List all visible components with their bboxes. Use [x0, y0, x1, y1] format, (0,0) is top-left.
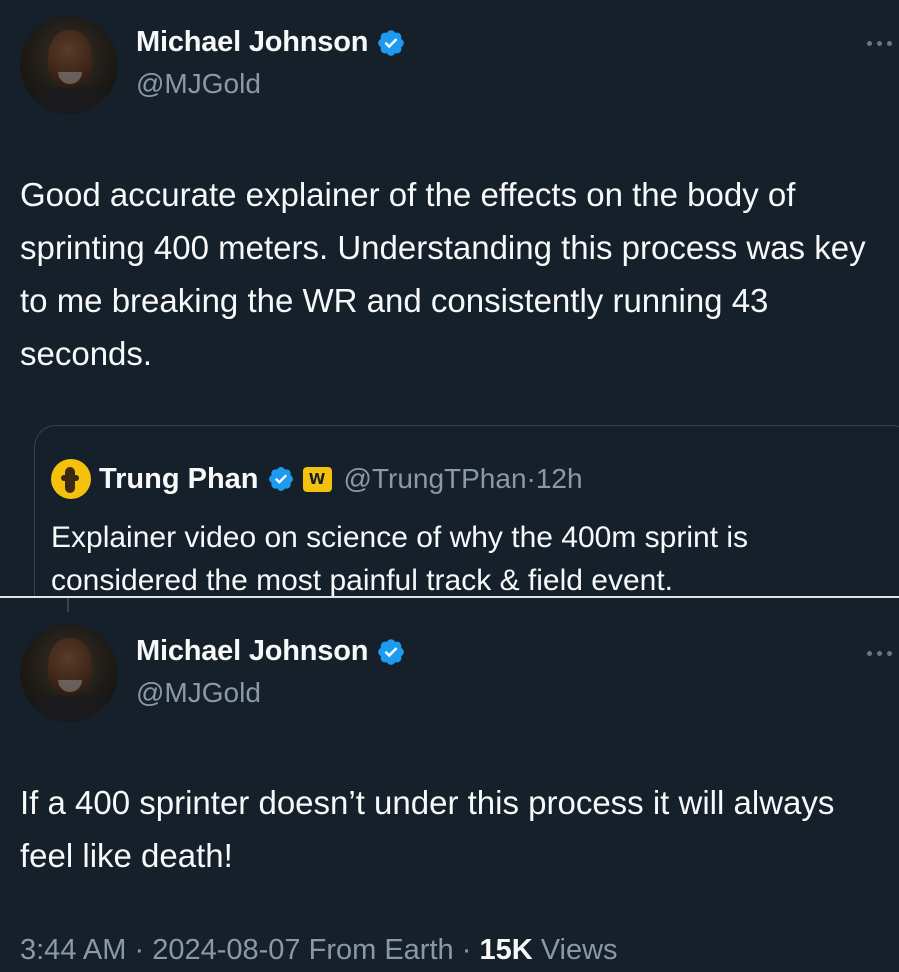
- quoted-tweet-text: Explainer video on science of why the 40…: [51, 521, 749, 597]
- more-dot: [866, 40, 872, 46]
- author-handle[interactable]: @MJGold: [136, 677, 261, 709]
- quoted-tweet-header: Trung Phan W @TrungTPhan·12h: [51, 459, 583, 499]
- screenshot-divider: [0, 596, 899, 598]
- more-dot: [866, 650, 872, 656]
- tweet-text: If a 400 sprinter doesn’t under this pro…: [20, 784, 835, 874]
- author-handle[interactable]: @MJGold: [136, 68, 261, 100]
- views-label: Views: [540, 934, 618, 966]
- quoted-author-name[interactable]: Trung Phan: [99, 463, 259, 496]
- more-dot: [886, 650, 892, 656]
- tweet-source: From Earth: [308, 934, 454, 966]
- quoted-tweet-card[interactable]: Trung Phan W @TrungTPhan·12h Explainer v…: [34, 425, 899, 625]
- views-count[interactable]: 15K: [479, 934, 532, 966]
- author-name[interactable]: Michael Johnson: [136, 635, 368, 668]
- more-options-icon[interactable]: [862, 38, 896, 48]
- more-options-icon[interactable]: [862, 648, 896, 658]
- separator-dot: ·: [526, 463, 536, 494]
- author-avatar[interactable]: [20, 624, 118, 722]
- affiliate-badge-icon: W: [302, 466, 332, 492]
- author-name-row: Michael Johnson: [136, 635, 406, 668]
- more-dot: [886, 40, 892, 46]
- tweet-time[interactable]: 3:44 AM: [20, 934, 126, 966]
- quoted-tweet-time: 12h: [535, 463, 583, 494]
- avatar-shoulders: [28, 86, 112, 114]
- tweet-date[interactable]: 2024-08-07: [152, 934, 300, 966]
- quoted-handle-text: @TrungTPhan: [343, 463, 527, 494]
- more-dot: [876, 40, 882, 46]
- separator-dot: ·: [134, 934, 145, 966]
- thread-connector-line: [67, 598, 69, 612]
- author-name-row: Michael Johnson: [136, 26, 406, 59]
- verified-badge-icon: [378, 638, 405, 665]
- verified-badge-icon: [378, 29, 405, 56]
- more-dot: [876, 650, 882, 656]
- tweet-metadata: 3:44 AM · 2024-08-07 From Earth · 15K Vi…: [20, 934, 618, 967]
- tweet-thread-page: Michael Johnson @MJGold Good accurate ex…: [0, 0, 899, 972]
- quoted-author-avatar[interactable]: [51, 459, 91, 499]
- separator-dot: ·: [461, 934, 472, 966]
- avatar-shoulders: [28, 694, 112, 722]
- avatar-figure-arms: [61, 475, 79, 481]
- tweet-text: Good accurate explainer of the effects o…: [20, 176, 866, 372]
- author-avatar[interactable]: [20, 16, 118, 114]
- verified-badge-icon: [268, 467, 293, 491]
- quoted-author-handle[interactable]: @TrungTPhan·12h: [344, 463, 583, 495]
- author-name[interactable]: Michael Johnson: [136, 26, 368, 59]
